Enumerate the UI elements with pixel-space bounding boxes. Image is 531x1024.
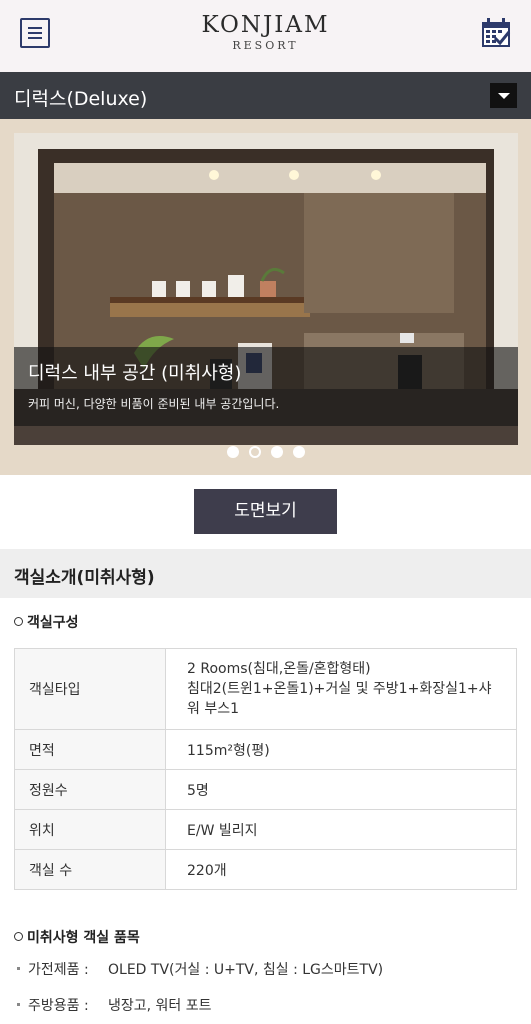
square-bullet-icon (17, 967, 20, 970)
chevron-down-icon[interactable] (490, 83, 517, 108)
room-type-selector[interactable]: 디럭스(Deluxe) (0, 72, 531, 119)
section-header: 객실소개(미취사형) (0, 549, 531, 598)
logo-main-text: KONJIAM (201, 12, 330, 38)
item-value: OLED TV(거실 : U+TV, 침실 : LG스마트TV) (108, 962, 384, 978)
composition-heading-text: 객실구성 (27, 615, 79, 631)
carousel-pagination (0, 443, 531, 458)
caption-subtitle: 커피 머신, 다양한 비품이 준비된 내부 공간입니다. (28, 397, 280, 411)
list-item: 가전제품 : OLED TV(거실 : U+TV, 침실 : LG스마트TV) (17, 959, 383, 979)
logo-sub-text: RESORT (232, 39, 299, 52)
item-label: 주방용품 : (28, 998, 89, 1014)
square-bullet-icon (17, 1003, 20, 1006)
caption-title: 디럭스 내부 공간 (미취사형) (28, 363, 242, 384)
slide-caption: 디럭스 내부 공간 (미취사형) 커피 머신, 다양한 비품이 준비된 내부 공… (14, 347, 518, 426)
list-item: 주방용품 : 냉장고, 워터 포트 (17, 995, 212, 1015)
table-row: 객실 수 220개 (14, 849, 517, 890)
room-spec-table: 객실타입 2 Rooms(침대,온돌/혼합형태) 침대2(트윈1+온돌1)+거실… (14, 648, 517, 890)
circle-bullet-icon (14, 617, 23, 626)
items-heading: 미취사형 객실 품목 (14, 927, 140, 947)
calendar-check-icon[interactable] (481, 18, 511, 48)
table-row: 면적 115m²형(평) (14, 729, 517, 770)
selected-room-type: 디럭스(Deluxe) (14, 88, 148, 110)
item-label: 가전제품 : (28, 962, 89, 978)
room-photo-carousel[interactable]: 디럭스 내부 공간 (미취사형) 커피 머신, 다양한 비품이 준비된 내부 공… (0, 119, 531, 475)
spec-value: 115m²형(평) (165, 729, 517, 770)
spec-key: 면적 (14, 729, 166, 770)
spec-value: 2 Rooms(침대,온돌/혼합형태) 침대2(트윈1+온돌1)+거실 및 주방… (165, 648, 517, 730)
spec-key: 위치 (14, 809, 166, 850)
carousel-dot-1[interactable] (226, 446, 239, 458)
table-row: 객실타입 2 Rooms(침대,온돌/혼합형태) 침대2(트윈1+온돌1)+거실… (14, 648, 517, 730)
table-row: 정원수 5명 (14, 769, 517, 810)
carousel-dot-2[interactable] (248, 446, 261, 458)
spec-value-line: 침대2(트윈1+온돌1)+거실 및 주방1+화장실1+샤 (187, 681, 492, 697)
items-heading-text: 미취사형 객실 품목 (27, 930, 140, 946)
spec-value-line: 2 Rooms(침대,온돌/혼합형태) (187, 661, 371, 677)
app-header: KONJIAM RESORT (0, 0, 531, 72)
circle-bullet-icon (14, 932, 23, 941)
table-row: 위치 E/W 빌리지 (14, 809, 517, 850)
carousel-dot-4[interactable] (292, 446, 305, 458)
spec-value-line: 워 부스1 (187, 701, 239, 717)
spec-value: 5명 (165, 769, 517, 810)
section-title: 객실소개(미취사형) (14, 568, 155, 588)
carousel-dot-3[interactable] (270, 446, 283, 458)
spec-value: E/W 빌리지 (165, 809, 517, 850)
spec-key: 객실 수 (14, 849, 166, 890)
composition-heading: 객실구성 (14, 612, 79, 632)
resort-logo[interactable]: KONJIAM RESORT (0, 12, 531, 52)
floor-plan-button[interactable]: 도면보기 (194, 489, 337, 534)
spec-key: 정원수 (14, 769, 166, 810)
spec-value: 220개 (165, 849, 517, 890)
item-value: 냉장고, 워터 포트 (108, 998, 212, 1014)
spec-key: 객실타입 (14, 648, 166, 730)
